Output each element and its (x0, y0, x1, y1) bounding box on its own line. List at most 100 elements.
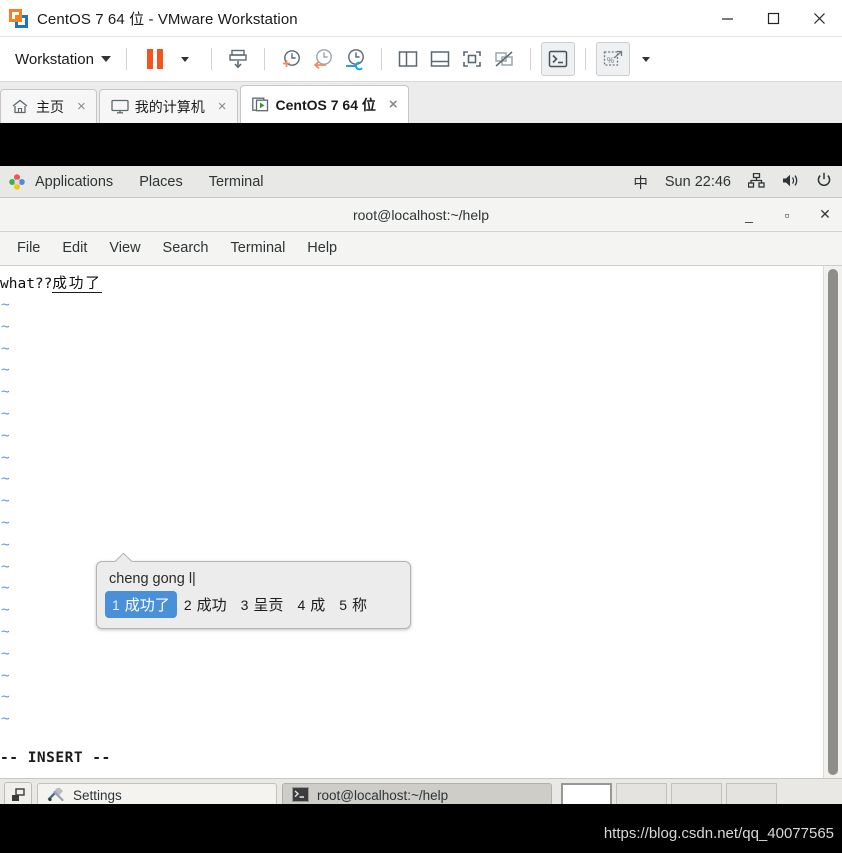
ime-candidate-text: 称 (352, 597, 368, 614)
tab-centos-7-64[interactable]: CentOS 7 64 位 × (239, 85, 409, 123)
snapshot-icon (229, 49, 247, 69)
tab-close-button[interactable]: × (218, 99, 227, 114)
gnome-menu-places[interactable]: Places (126, 166, 196, 198)
terminal-titlebar: root@localhost:~/help _ ▫ ✕ (0, 198, 842, 232)
close-button[interactable] (796, 0, 842, 36)
vim-status-line: -- INSERT -- (0, 750, 111, 766)
clock-plus-icon (283, 50, 301, 67)
taskbar-window-label: Settings (73, 788, 122, 803)
tab-label: 主页 (36, 98, 64, 115)
terminal-maximize-button[interactable]: ▫ (776, 207, 798, 223)
tools-icon (47, 786, 65, 805)
guest-screen-letterbox (0, 123, 842, 166)
ime-candidate-popup[interactable]: cheng gong l| 1 成功了 2 成功 3 呈贡 4 成 5 称 (96, 561, 411, 629)
snapshot-manager-button[interactable] (339, 43, 371, 75)
vim-tilde: ~ (1, 340, 10, 357)
terminal-minimize-button[interactable]: _ (738, 207, 760, 223)
ime-candidate-3[interactable]: 3 呈贡 (234, 591, 291, 618)
menu-help[interactable]: Help (296, 232, 348, 265)
tab-close-button[interactable]: × (389, 97, 398, 112)
menu-search[interactable]: Search (152, 232, 220, 265)
terminal-close-button[interactable]: ✕ (814, 206, 836, 223)
workstation-menu-button[interactable]: Workstation (10, 48, 116, 71)
terminal-icon (292, 786, 309, 805)
terminal-icon (548, 50, 568, 68)
ime-candidate-4[interactable]: 4 成 (290, 591, 332, 618)
take-snapshot-button[interactable] (275, 43, 307, 75)
menu-edit[interactable]: Edit (51, 232, 98, 265)
vim-tilde: ~ (1, 602, 10, 619)
show-sidebar-button[interactable] (392, 43, 424, 75)
window-title: CentOS 7 64 位 - VMware Workstation (37, 10, 298, 28)
fedora-icon (8, 173, 26, 191)
power-icon[interactable] (816, 172, 832, 192)
stretch-icon: % (603, 50, 623, 66)
maximize-button[interactable] (750, 0, 796, 36)
vim-tilde: ~ (1, 427, 10, 444)
vmware-logo-icon (9, 8, 28, 28)
ime-candidate-number: 5 (339, 597, 348, 613)
console-button[interactable] (540, 42, 575, 76)
stretch-dropdown-button[interactable] (630, 43, 662, 75)
fullscreen-button[interactable] (456, 43, 488, 75)
unity-mode-button[interactable] (488, 43, 520, 75)
minimize-button[interactable] (704, 0, 750, 36)
tab-home[interactable]: 主页 × (0, 89, 97, 123)
speaker-icon[interactable] (782, 173, 799, 192)
menu-terminal[interactable]: Terminal (220, 232, 297, 265)
vim-tilde: ~ (1, 667, 10, 684)
vim-tilde: ~ (1, 623, 10, 640)
ime-candidate-text: 成功了 (124, 597, 170, 614)
vm-running-icon (251, 97, 269, 112)
vim-tilde: ~ (1, 384, 10, 401)
network-icon[interactable] (747, 172, 765, 192)
svg-text:%: % (607, 56, 614, 65)
menu-view[interactable]: View (98, 232, 151, 265)
vmware-workstation-window: CentOS 7 64 位 - VMware Workstation Works… (0, 0, 842, 853)
ime-candidate-number: 2 (183, 597, 192, 613)
gnome-top-panel: Applications Places Terminal 中 Sun 22:46 (0, 166, 842, 198)
chevron-down-icon (641, 56, 650, 62)
tab-close-button[interactable]: × (77, 99, 86, 114)
menu-file[interactable]: File (6, 232, 51, 265)
vim-tilde: ~ (1, 558, 10, 575)
vim-tilde: ~ (1, 471, 10, 488)
stretch-guest-button[interactable]: % (595, 42, 630, 76)
gnome-menu-applications[interactable]: Applications (22, 166, 126, 198)
ime-candidate-number: 4 (297, 597, 306, 613)
ime-candidate-list: 1 成功了 2 成功 3 呈贡 4 成 5 称 (97, 589, 410, 628)
tab-my-computer[interactable]: 我的计算机 × (98, 89, 238, 123)
vim-first-line: what??成功了 (0, 272, 102, 293)
revert-snapshot-button[interactable] (307, 43, 339, 75)
ime-candidate-2[interactable]: 2 成功 (177, 591, 234, 618)
chevron-down-icon (180, 56, 189, 62)
vim-tilde: ~ (1, 405, 10, 422)
ime-candidate-text: 成 (310, 597, 326, 614)
toolbar-divider (210, 48, 212, 70)
window-controls (704, 0, 842, 36)
ime-candidate-text: 呈贡 (253, 597, 284, 614)
toolbar-divider (529, 48, 531, 70)
ime-candidate-number: 3 (240, 597, 249, 613)
ime-candidate-5[interactable]: 5 称 (332, 591, 374, 618)
scrollbar-thumb[interactable] (828, 269, 838, 775)
panel-left-icon (398, 51, 418, 67)
taskbar-window-label: root@localhost:~/help (317, 788, 449, 803)
terminal-screen[interactable]: what??成功了 ~ ~ ~ ~ ~ ~ ~ ~ ~ ~ ~ ~ ~ ~ ~ ~ ~ ~ ~ ~ -- INSERT… (0, 266, 842, 778)
suspend-dropdown-button[interactable] (169, 43, 201, 75)
terminal-scrollbar[interactable] (823, 266, 842, 778)
snapshot-button[interactable] (222, 43, 254, 75)
vim-line-preedit: 成功了 (52, 276, 102, 293)
input-method-indicator[interactable]: 中 (633, 172, 648, 193)
vim-tilde: ~ (1, 689, 10, 706)
toolbar-divider (125, 48, 127, 70)
vim-tilde: ~ (1, 580, 10, 597)
toolbar-divider (380, 48, 382, 70)
ime-candidate-text: 成功 (196, 597, 227, 614)
gnome-menu-terminal[interactable]: Terminal (196, 166, 277, 198)
suspend-button[interactable] (137, 43, 169, 75)
show-bottom-panel-button[interactable] (424, 43, 456, 75)
clock[interactable]: Sun 22:46 (665, 174, 731, 190)
ime-candidate-1[interactable]: 1 成功了 (105, 591, 177, 618)
ime-popup-pointer (111, 553, 139, 562)
